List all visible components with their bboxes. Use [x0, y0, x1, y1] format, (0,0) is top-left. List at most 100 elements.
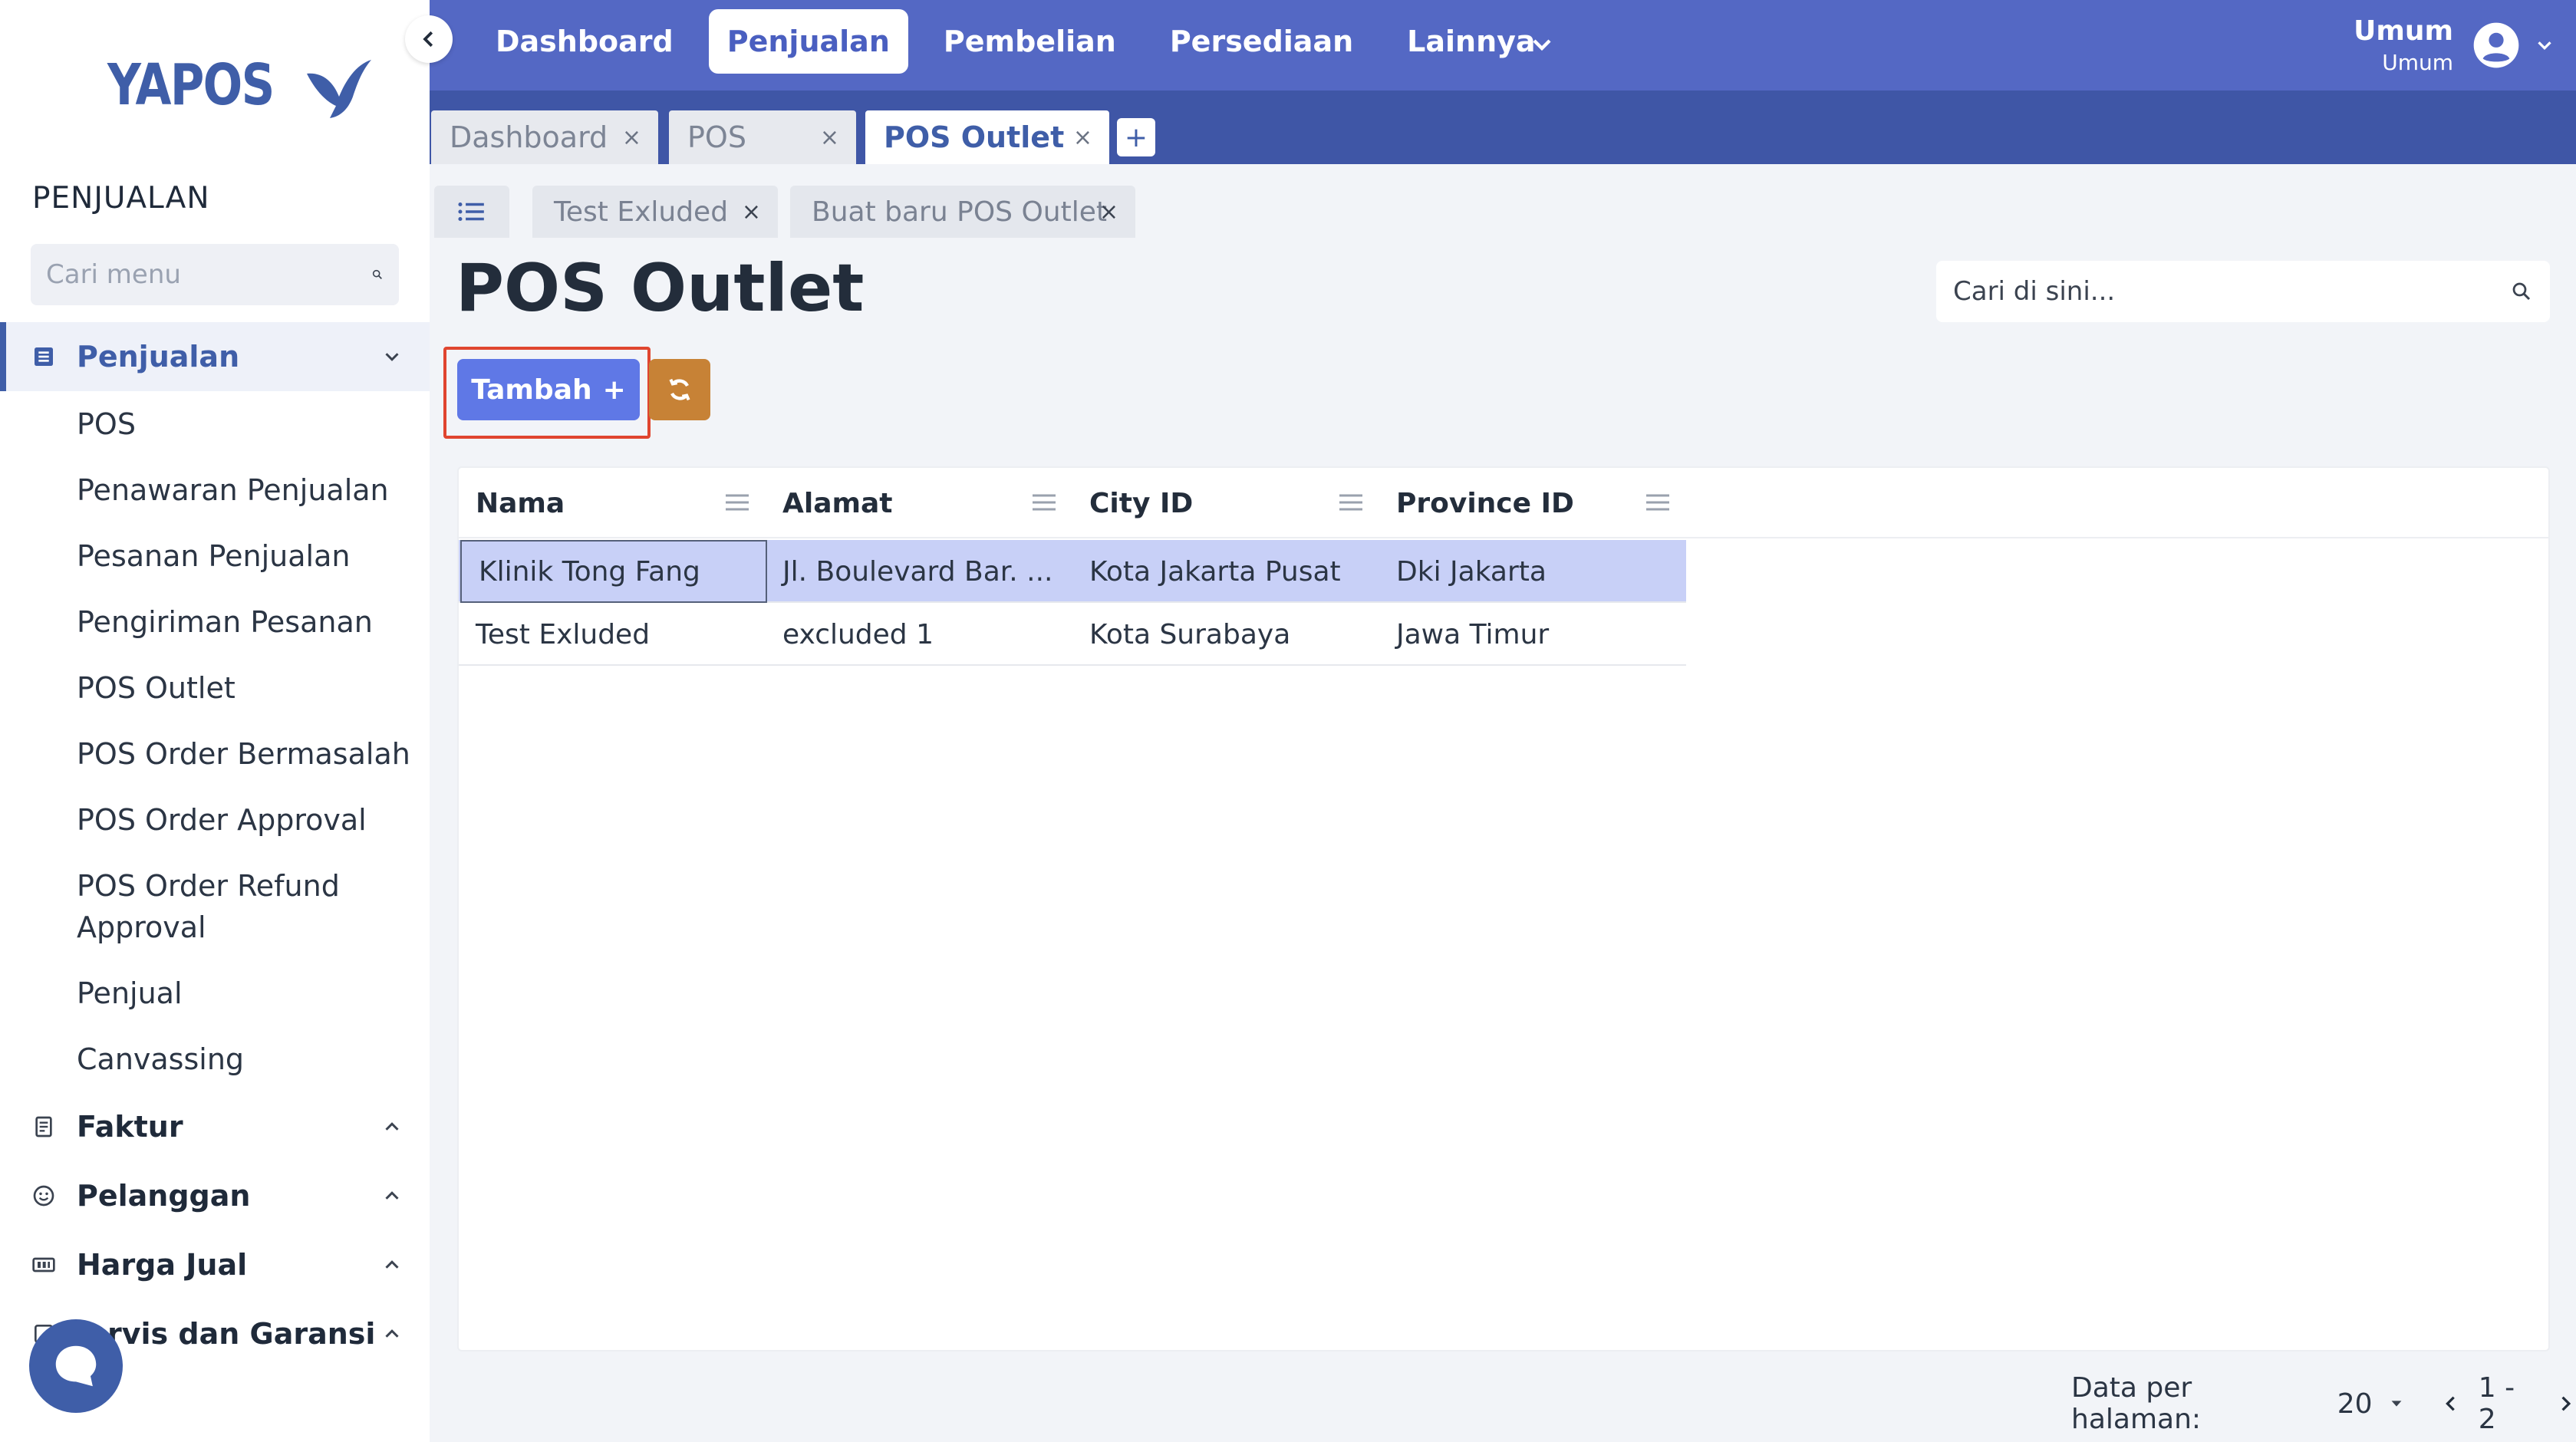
page-tab-pos-outlet[interactable]: POS Outlet ×	[865, 110, 1109, 164]
table-cell[interactable]: Klinik Tong Fang	[460, 540, 767, 603]
user-avatar-icon[interactable]	[2472, 21, 2521, 70]
column-header-nama[interactable]: Nama	[459, 468, 766, 538]
close-tab-icon[interactable]: ×	[1099, 199, 1118, 226]
price-icon	[31, 1252, 57, 1278]
sub-tab-label: Test Exluded	[554, 196, 729, 228]
table-cell[interactable]: Dki Jakarta	[1379, 540, 1686, 603]
next-page-icon[interactable]	[2555, 1392, 2576, 1415]
chevron-up-icon	[385, 1191, 399, 1200]
close-tab-icon[interactable]: ×	[1073, 124, 1092, 151]
previous-page-icon[interactable]	[2440, 1392, 2462, 1415]
column-menu-icon[interactable]	[1031, 492, 1057, 512]
table-row[interactable]: Test Exluded excluded 1 Kota Surabaya Ja…	[459, 603, 1686, 666]
sidebar-item-canvassing[interactable]: Canvassing	[77, 1039, 244, 1080]
add-button[interactable]: Tambah +	[457, 359, 640, 420]
sidebar-item-pos-order-refund-approval[interactable]: Approval	[77, 907, 206, 948]
column-menu-icon[interactable]	[1338, 492, 1364, 512]
table-cell[interactable]: Jawa Timur	[1379, 603, 1686, 666]
column-header-label: Alamat	[782, 487, 893, 519]
page-range: 1 - 2	[2478, 1372, 2515, 1435]
page-tab-bar: Dashboard × POS × POS Outlet ×	[430, 91, 2576, 164]
page-navigation: 1 - 2	[2440, 1372, 2576, 1435]
sidebar-item-penawaran-penjualan[interactable]: Penawaran Penjualan	[77, 469, 389, 511]
add-tab-button[interactable]: +	[1117, 118, 1155, 156]
menu-search-box[interactable]	[31, 244, 399, 305]
column-header-label: Nama	[476, 487, 565, 519]
app-logo[interactable]: YAPOS	[107, 51, 374, 120]
table-cell[interactable]: Kota Jakarta Pusat	[1072, 540, 1379, 603]
column-header-city-id[interactable]: City ID	[1072, 468, 1379, 538]
top-nav-menu: Dashboard Penjualan Pembelian Persediaan…	[477, 9, 1554, 74]
sidebar: YAPOS PENJUALAN Penjualan POS Penawaran …	[0, 0, 430, 1442]
dropdown-caret-icon	[2391, 1401, 2401, 1407]
page-size-value: 20	[2337, 1388, 2373, 1420]
sidebar-group-label: Harga Jual	[77, 1248, 248, 1282]
user-name: Umum	[2354, 15, 2453, 47]
more-menu-chevron-icon[interactable]	[1527, 29, 1557, 60]
sidebar-item-pengiriman-pesanan[interactable]: Pengiriman Pesanan	[77, 601, 373, 643]
sidebar-item-penjual[interactable]: Penjual	[77, 973, 183, 1014]
sidebar-item-pesanan-penjualan[interactable]: Pesanan Penjualan	[77, 535, 350, 577]
sidebar-collapse-button[interactable]	[405, 15, 453, 63]
search-icon[interactable]	[371, 263, 384, 286]
topnav-item-persediaan[interactable]: Persediaan	[1151, 9, 1372, 74]
topnav-item-dashboard[interactable]: Dashboard	[477, 9, 692, 74]
close-tab-icon[interactable]: ×	[820, 124, 839, 151]
chevron-down-icon[interactable]	[2533, 34, 2556, 57]
user-role: Umum	[2382, 50, 2453, 75]
user-menu[interactable]: Umum Umum	[2354, 0, 2576, 91]
chat-icon	[55, 1345, 97, 1387]
close-tab-icon[interactable]: ×	[622, 124, 641, 151]
column-menu-icon[interactable]	[1645, 492, 1671, 512]
user-info: Umum Umum	[2354, 15, 2453, 75]
table-cell[interactable]: Test Exluded	[459, 603, 766, 666]
sub-tab-test-exluded[interactable]: Test Exluded ×	[532, 186, 778, 238]
page-title: POS Outlet	[456, 250, 865, 327]
topnav-item-pembelian[interactable]: Pembelian	[925, 9, 1135, 74]
add-button-label: Tambah	[471, 374, 592, 406]
close-tab-icon[interactable]: ×	[742, 199, 761, 226]
table-cell[interactable]: Kota Surabaya	[1072, 603, 1379, 666]
table-cell[interactable]: excluded 1	[766, 603, 1072, 666]
topnav-item-penjualan[interactable]: Penjualan	[708, 9, 908, 74]
sidebar-item-pos-order-approval[interactable]: POS Order Approval	[77, 799, 367, 841]
list-view-tab[interactable]	[434, 186, 509, 238]
chat-button[interactable]	[29, 1319, 123, 1413]
chevron-up-icon	[385, 1122, 399, 1131]
pagination: Data per halaman: 20 1 - 2	[2071, 1372, 2576, 1435]
table-row[interactable]: Klinik Tong Fang Jl. Boulevard Bar. ... …	[459, 540, 1686, 603]
table-cell[interactable]: Jl. Boulevard Bar. ...	[766, 540, 1072, 603]
sub-tab-buat-baru-pos-outlet[interactable]: Buat baru POS Outlet ×	[790, 186, 1135, 238]
menu-search-input[interactable]	[46, 259, 371, 290]
sidebar-group-penjualan[interactable]: Penjualan	[0, 322, 430, 391]
page-tab-pos[interactable]: POS ×	[669, 110, 856, 164]
page-tab-dashboard[interactable]: Dashboard ×	[431, 110, 658, 164]
sidebar-item-pos[interactable]: POS	[77, 403, 136, 445]
smile-icon	[31, 1183, 57, 1209]
content-search-input[interactable]	[1953, 276, 2510, 307]
column-menu-icon[interactable]	[724, 492, 750, 512]
chevron-up-icon	[385, 1260, 399, 1269]
sidebar-item-pos-order-refund[interactable]: POS Order Refund	[77, 865, 340, 907]
sidebar-group-pelanggan[interactable]: Pelanggan	[0, 1161, 430, 1230]
page-size-select[interactable]: 20	[2337, 1388, 2405, 1420]
sidebar-group-harga-jual[interactable]: Harga Jual	[0, 1230, 430, 1299]
top-navigation-bar: Dashboard Penjualan Pembelian Persediaan…	[430, 0, 2576, 91]
column-header-province-id[interactable]: Province ID	[1379, 468, 1686, 538]
sidebar-group-label: Penjualan	[77, 340, 240, 374]
tab-label: POS	[687, 120, 746, 154]
column-header-alamat[interactable]: Alamat	[766, 468, 1072, 538]
sidebar-group-label: Pelanggan	[77, 1179, 251, 1213]
tab-label: Dashboard	[450, 120, 608, 154]
sidebar-group-label: Faktur	[77, 1110, 183, 1144]
list-icon	[458, 202, 484, 222]
chevron-down-icon	[385, 353, 399, 361]
refresh-button[interactable]	[649, 359, 710, 420]
page-size-label: Data per halaman:	[2071, 1372, 2202, 1435]
sidebar-item-pos-order-bermasalah[interactable]: POS Order Bermasalah	[77, 733, 410, 775]
content-search-box[interactable]	[1936, 261, 2550, 322]
sidebar-group-faktur[interactable]: Faktur	[0, 1092, 430, 1161]
sidebar-item-pos-outlet[interactable]: POS Outlet	[77, 667, 236, 709]
sub-tab-label: Buat baru POS Outlet	[812, 196, 1107, 228]
search-icon[interactable]	[2510, 280, 2533, 303]
